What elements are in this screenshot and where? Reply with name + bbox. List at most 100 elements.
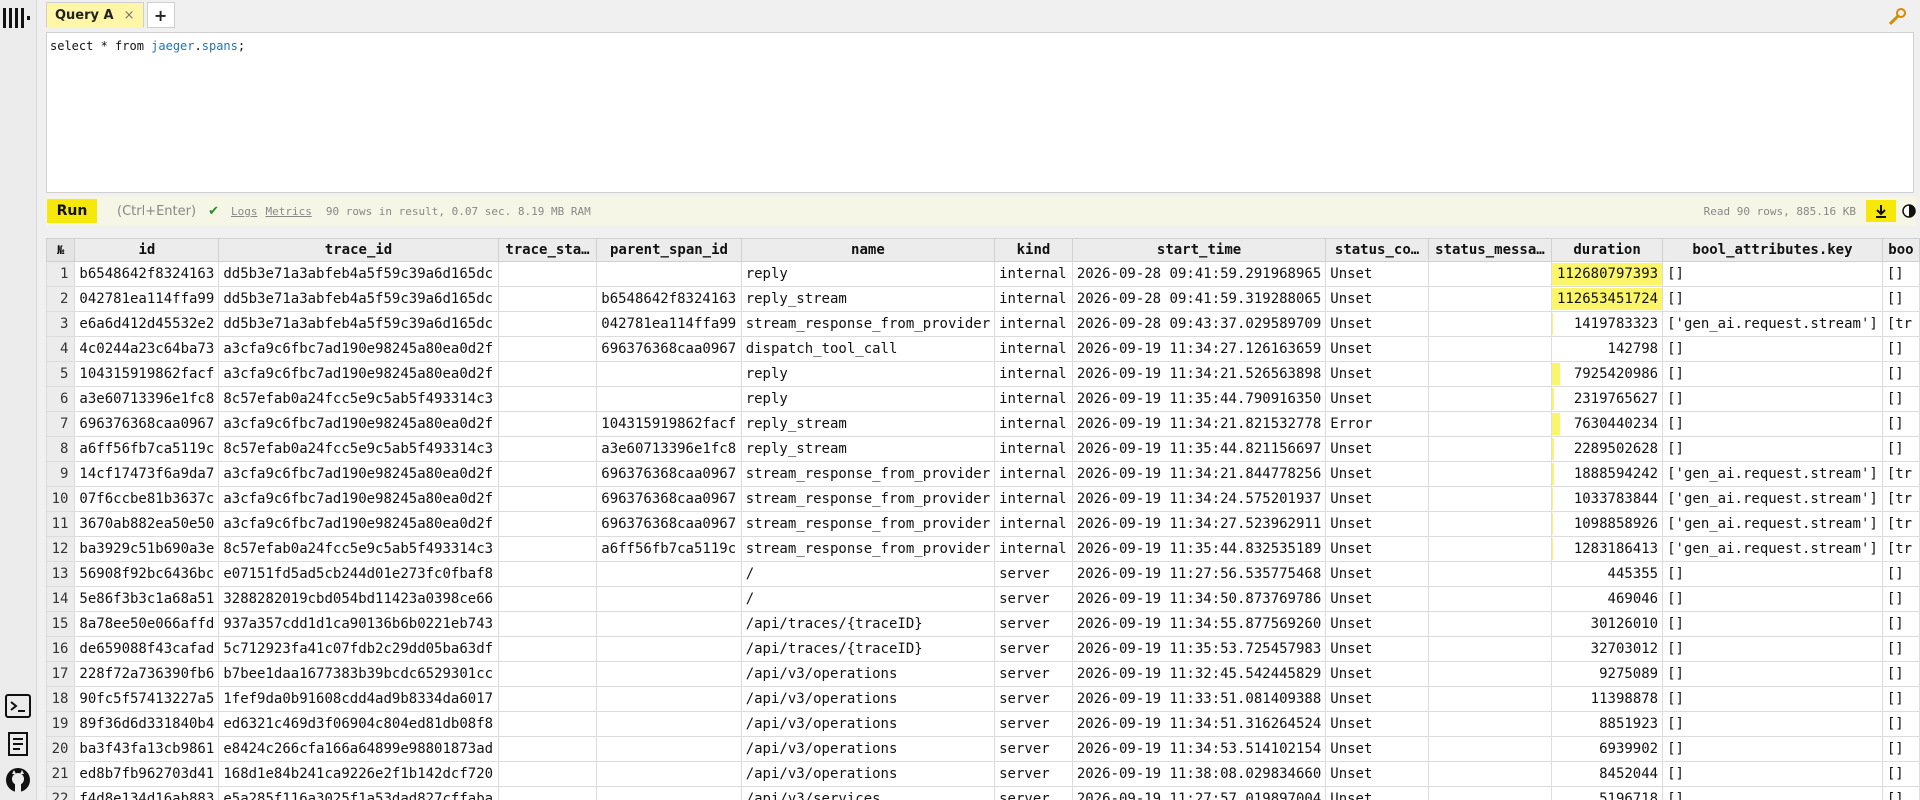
cell-trace-state [497,436,598,462]
cell-kind: server [994,636,1073,662]
cell-trace-id: a3cfa9c6fbc7ad190e98245a80ea0d2f [218,486,499,512]
metrics-link[interactable]: Metrics [265,205,311,218]
duration-value: 9275089 [1599,666,1659,682]
table-row[interactable]: 18 90fc5f57413227a5 1fef9da0b91608cdd4ad9b… [46,686,1920,712]
column-header-bool-attributes-value[interactable]: boo [1881,238,1920,262]
cell-status-code: Unset [1325,486,1429,512]
cell-kind: internal [994,486,1073,512]
duration-value: 445355 [1607,566,1659,582]
cell-status-code: Unset [1325,586,1429,612]
table-row[interactable]: 20 ba3f43fa13cb9861 e8424c266cfa166a64899e… [46,736,1920,762]
column-header-id[interactable]: id [74,238,220,262]
cell-bool-attributes-value: [] [1881,411,1920,437]
duration-bar [1552,513,1554,535]
download-button[interactable] [1866,200,1896,222]
github-icon[interactable] [4,766,32,794]
row-number-header[interactable]: № [46,238,76,262]
duration-bar [1552,413,1560,435]
table-row[interactable]: 3 e6a6d412d45532e2 dd5b3e71a3abfeb4a5f59c3… [46,311,1920,337]
cell-status-code: Unset [1325,686,1429,712]
column-header-duration[interactable]: duration [1551,238,1664,262]
cell-bool-attributes-key: [] [1662,611,1883,637]
table-row[interactable]: 8 a6ff56fb7ca5119c 8c57efab0a24fcc5e9c5ab5… [46,436,1920,462]
cell-trace-id: 5c712923fa41c07fdb2c29dd05ba63df [218,636,499,662]
table-row[interactable]: 7 696376368caa0967 a3cfa9c6fbc7ad190e98245… [46,411,1920,437]
table-row[interactable]: 16 de659088f43cafad 5c712923fa41c07fdb2c29… [46,636,1920,662]
row-number: 22 [46,786,76,800]
cell-parent-span-id [596,636,742,662]
table-row[interactable]: 14 5e86f3b3c1a68a51 3288282019cbd054bd1142… [46,586,1920,612]
cell-name: / [740,586,996,612]
add-tab-button[interactable]: + [146,2,175,28]
table-row[interactable]: 11 3670ab882ea50e50 a3cfa9c6fbc7ad190e9824… [46,511,1920,537]
table-row[interactable]: 1 b6548642f8324163 dd5b3e71a3abfeb4a5f59c3… [46,261,1920,287]
row-number: 14 [46,586,76,612]
cell-bool-attributes-key: ['gen_ai.request.stream'] [1662,461,1883,487]
row-number: 20 [46,736,76,762]
cell-parent-span-id: 696376368caa0967 [596,461,742,487]
cell-duration: 5196718 [1551,786,1664,800]
cell-bool-attributes-key: [] [1662,436,1883,462]
close-tab-icon[interactable]: × [124,8,135,23]
run-button[interactable]: Run [47,199,97,223]
table-row[interactable]: 12 ba3929c51b690a3e 8c57efab0a24fcc5e9c5ab… [46,536,1920,562]
table-row[interactable]: 19 89f36d6d331840b4 ed6321c469d3f06904c804… [46,711,1920,737]
document-icon[interactable] [4,730,32,758]
results-table-container[interactable]: № id trace_id trace_sta… parent_span_id name k… [46,238,1920,800]
table-row[interactable]: 6 a3e60713396e1fc8 8c57efab0a24fcc5e9c5ab5… [46,386,1920,412]
wrench-icon[interactable] [1888,8,1906,26]
cell-duration: 7925420986 [1551,361,1664,387]
cell-kind: server [994,761,1073,787]
contrast-icon[interactable] [1902,204,1916,218]
table-row[interactable]: 17 228f72a736390fb6 b7bee1daa1677383b39bcd… [46,661,1920,687]
table-row[interactable]: 9 14cf17473f6a9da7 a3cfa9c6fbc7ad190e98245… [46,461,1920,487]
cell-start-time: 2026-09-19 11:34:27.126163659 [1071,336,1327,362]
column-header-bool-attributes-key[interactable]: bool_attributes.key [1662,238,1883,262]
cell-bool-attributes-key: ['gen_ai.request.stream'] [1662,311,1883,337]
cell-kind: internal [994,511,1073,537]
logs-link[interactable]: Logs [231,205,258,218]
cell-duration: 8851923 [1551,711,1664,737]
column-header-kind[interactable]: kind [994,238,1073,262]
table-row[interactable]: 21 ed8b7fb962703d41 168d1e84b241ca9226e2f1… [46,761,1920,787]
cell-name: /api/v3/operations [740,761,996,787]
cell-trace-id: a3cfa9c6fbc7ad190e98245a80ea0d2f [218,336,499,362]
column-header-start-time[interactable]: start_time [1071,238,1327,262]
cell-start-time: 2026-09-28 09:43:37.029589709 [1071,311,1327,337]
duration-value: 8452044 [1599,766,1659,782]
column-header-status-code[interactable]: status_co… [1325,238,1429,262]
table-row[interactable]: 2 042781ea114ffa99 dd5b3e71a3abfeb4a5f59c3… [46,286,1920,312]
row-number: 3 [46,311,76,337]
sql-editor[interactable]: select * from jaeger.spans; [46,32,1914,193]
cell-bool-attributes-key: ['gen_ai.request.stream'] [1662,536,1883,562]
cell-trace-id: 8c57efab0a24fcc5e9c5ab5f493314c3 [218,436,499,462]
table-row[interactable]: 4 4c0244a23c64ba73 a3cfa9c6fbc7ad190e98245… [46,336,1920,362]
cell-status-message [1427,336,1553,362]
cell-bool-attributes-value: [tr [1881,311,1920,337]
table-row[interactable]: 5 104315919862facf a3cfa9c6fbc7ad190e98245… [46,361,1920,387]
duration-value: 11398878 [1590,691,1659,707]
terminal-icon[interactable] [4,692,32,720]
cell-start-time: 2026-09-19 11:34:21.526563898 [1071,361,1327,387]
table-row[interactable]: 15 8a78ee50e066affd 937a357cdd1d1ca90136b6… [46,611,1920,637]
cell-name: reply [740,261,996,287]
cell-id: 228f72a736390fb6 [74,661,220,687]
cell-start-time: 2026-09-19 11:35:44.832535189 [1071,536,1327,562]
column-header-parent-span-id[interactable]: parent_span_id [596,238,742,262]
cell-id: 4c0244a23c64ba73 [74,336,220,362]
column-header-name[interactable]: name [740,238,996,262]
table-row[interactable]: 22 f4d8e134d16ab883 e5a285f116a3025f1a53da… [46,786,1920,800]
table-row[interactable]: 10 07f6ccbe81b3637c a3cfa9c6fbc7ad190e9824… [46,486,1920,512]
left-sidebar [0,0,37,800]
result-stats: 90 rows in result, 0.07 sec. 8.19 MB RAM [325,204,591,218]
tab-query-a[interactable]: Query A × [46,2,144,28]
success-check-icon: ✔ [208,203,219,219]
cell-duration: 1419783323 [1551,311,1664,337]
column-header-trace-id[interactable]: trace_id [218,238,499,262]
table-row[interactable]: 13 56908f92bc6436bc e07151fd5ad5cb244d01e2… [46,561,1920,587]
cell-status-message [1427,361,1553,387]
cell-trace-id: 8c57efab0a24fcc5e9c5ab5f493314c3 [218,536,499,562]
column-header-status-message[interactable]: status_messa… [1427,238,1553,262]
column-header-trace-state[interactable]: trace_sta… [497,238,598,262]
cell-id: 8a78ee50e066affd [74,611,220,637]
